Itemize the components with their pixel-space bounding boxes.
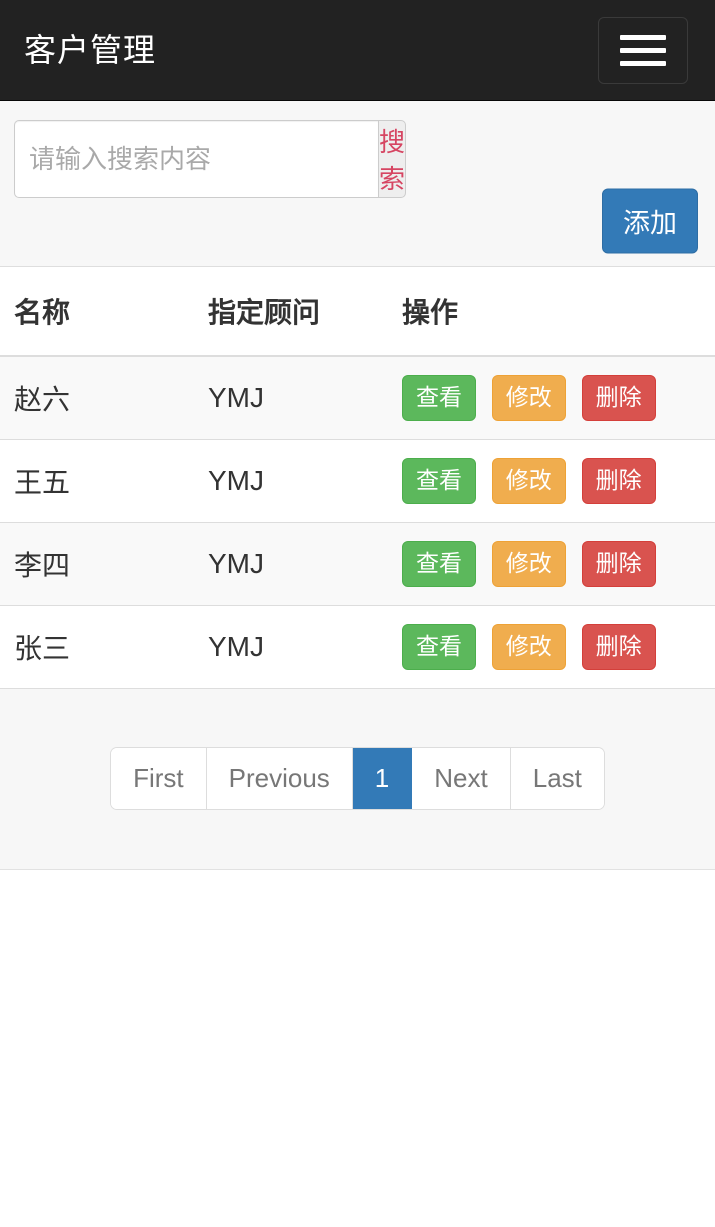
- pagination-previous[interactable]: Previous: [206, 748, 353, 809]
- table-body: 赵六 YMJ 查看 修改 删除 王五 YMJ 查看 修改 删除 李四 YMJ 查…: [0, 355, 715, 688]
- search-input-group: 搜索: [14, 120, 407, 198]
- navbar: 客户管理: [0, 0, 715, 101]
- search-panel: 搜索 添加: [0, 101, 715, 267]
- column-header-adviser: 指定顾问: [194, 267, 388, 357]
- table-header-row: 名称 指定顾问 操作: [0, 267, 715, 357]
- cell-actions: 查看 修改 删除: [388, 438, 715, 523]
- edit-button[interactable]: 修改: [491, 457, 566, 504]
- pagination-last[interactable]: Last: [510, 748, 604, 809]
- page-title: 客户管理: [24, 32, 157, 68]
- cell-adviser: YMJ: [194, 521, 388, 606]
- table-row: 李四 YMJ 查看 修改 删除: [0, 521, 715, 606]
- customer-table: 名称 指定顾问 操作 赵六 YMJ 查看 修改 删除 王五 YMJ 查看 修改 …: [0, 267, 715, 688]
- table-row: 赵六 YMJ 查看 修改 删除: [0, 355, 715, 440]
- menu-bar-1: [620, 35, 666, 40]
- column-header-actions: 操作: [388, 267, 715, 357]
- table-head: 名称 指定顾问 操作: [0, 267, 715, 357]
- view-button[interactable]: 查看: [402, 540, 476, 587]
- table-row: 张三 YMJ 查看 修改 删除: [0, 604, 715, 688]
- menu-bar-3: [620, 61, 666, 66]
- cell-adviser: YMJ: [194, 355, 388, 440]
- pagination-first[interactable]: First: [111, 748, 207, 809]
- add-button[interactable]: 添加: [602, 188, 698, 254]
- pagination-next[interactable]: Next: [412, 748, 511, 809]
- cell-actions: 查看 修改 删除: [388, 521, 715, 606]
- hamburger-menu-icon[interactable]: [598, 17, 688, 84]
- cell-actions: 查看 修改 删除: [388, 355, 715, 440]
- edit-button[interactable]: 修改: [491, 540, 566, 587]
- view-button[interactable]: 查看: [402, 623, 476, 670]
- table-footer: First Previous 1 Next Last: [0, 687, 715, 870]
- search-button[interactable]: 搜索: [378, 120, 407, 198]
- cell-adviser: YMJ: [194, 604, 388, 688]
- view-button[interactable]: 查看: [402, 457, 476, 504]
- view-button[interactable]: 查看: [402, 375, 476, 421]
- cell-adviser: YMJ: [194, 438, 388, 523]
- cell-actions: 查看 修改 删除: [388, 604, 715, 688]
- cell-name: 王五: [0, 438, 194, 523]
- edit-button[interactable]: 修改: [491, 375, 566, 421]
- pagination: First Previous 1 Next Last: [111, 748, 604, 809]
- search-input[interactable]: [14, 120, 378, 198]
- menu-bar-2: [620, 48, 666, 53]
- delete-button[interactable]: 删除: [581, 623, 656, 670]
- edit-button[interactable]: 修改: [491, 623, 566, 670]
- cell-name: 赵六: [0, 355, 194, 440]
- column-header-name: 名称: [0, 267, 194, 357]
- cell-name: 张三: [0, 604, 194, 688]
- table-row: 王五 YMJ 查看 修改 删除: [0, 438, 715, 523]
- delete-button[interactable]: 删除: [581, 375, 656, 421]
- delete-button[interactable]: 删除: [581, 457, 656, 504]
- cell-name: 李四: [0, 521, 194, 606]
- pagination-page-1[interactable]: 1: [352, 748, 413, 809]
- delete-button[interactable]: 删除: [581, 540, 656, 587]
